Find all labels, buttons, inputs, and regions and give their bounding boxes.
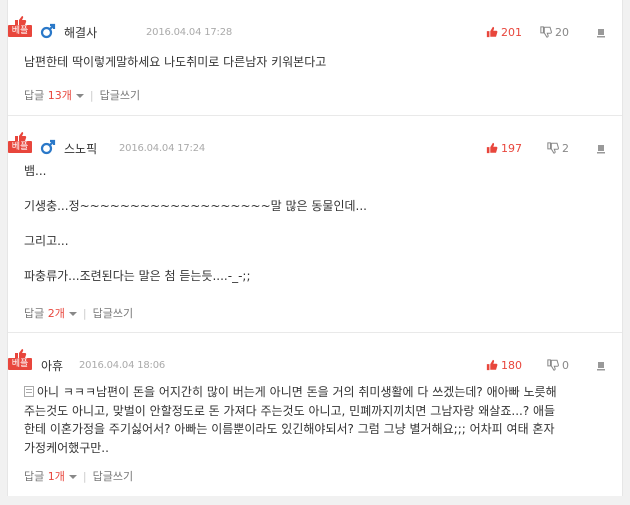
report-button[interactable] — [596, 142, 606, 155]
thumbs-down-icon — [546, 142, 559, 154]
comment-line: 파충류가...조련된다는 말은 첨 듣는듯....-_-;; — [24, 269, 251, 283]
comment-line: 주는것도 아니고, 맞벌이 안할정도로 돈 가져다 주는것도 아니고, 민폐까지… — [24, 403, 556, 418]
report-icon — [597, 29, 605, 38]
comment-date: 2016.04.04 17:28 — [146, 27, 233, 38]
comment-item: 베플 스노픽 2016.04.04 17:24 197 2 뱀... 기생충..… — [8, 116, 622, 333]
document-icon — [24, 386, 34, 397]
dislike-button[interactable]: 2 — [546, 142, 569, 155]
best-thumb-icon — [15, 349, 27, 358]
reply-count: 13개 — [47, 89, 72, 102]
best-label: 베플 — [8, 25, 32, 37]
comment-line: 그리고... — [24, 234, 69, 248]
write-reply-button[interactable]: 답글쓰기 — [93, 307, 133, 320]
report-button[interactable] — [596, 359, 606, 372]
comment-nickname[interactable]: 스노픽 — [64, 140, 97, 157]
best-thumb-icon — [15, 132, 27, 141]
comment-footer: 답글 1개 | 답글쓰기 — [24, 470, 134, 483]
best-comment-badge: 베플 — [8, 16, 32, 38]
best-comment-badge: 베플 — [8, 349, 32, 371]
reply-label: 답글 — [24, 307, 45, 320]
comment-item: 베플 아휴 2016.04.04 18:06 180 0 아니 ㅋㅋㅋ남편이 돈… — [8, 333, 622, 496]
report-button[interactable] — [596, 26, 606, 39]
thumbs-down-icon — [546, 359, 559, 371]
comment-date: 2016.04.04 17:24 — [119, 143, 206, 154]
comment-nickname[interactable]: 해결사 — [64, 24, 97, 41]
write-reply-button[interactable]: 답글쓰기 — [93, 470, 133, 483]
best-label: 베플 — [8, 141, 32, 153]
comment-line: 한테 이혼가정을 주기싫어서? 아빠는 이름뿐이라도 있긴해야되서? 그럼 그냥… — [24, 422, 555, 436]
comment-item: 베플 해결사 2016.04.04 17:28 201 20 남편한테 딱이렇게… — [8, 0, 622, 116]
write-reply-button[interactable]: 답글쓰기 — [100, 89, 140, 102]
comment-footer: 답글 13개 | 답글쓰기 — [24, 89, 141, 102]
reply-toggle[interactable]: 답글 2개 — [24, 307, 77, 320]
dislike-button[interactable]: 20 — [539, 26, 569, 39]
chevron-down-icon — [68, 312, 77, 316]
male-icon — [40, 139, 56, 155]
like-count: 180 — [501, 359, 522, 372]
comment-nickname[interactable]: 아휴 — [41, 357, 63, 374]
comment-line: 가정케어했구만.. — [24, 440, 109, 455]
report-icon — [597, 362, 605, 371]
report-icon — [597, 145, 605, 154]
thumbs-up-icon — [486, 142, 497, 154]
comment-line: 아니 ㅋㅋㅋ남편이 돈을 어지간히 많이 버는게 아니면 돈을 거의 취미생활에… — [24, 383, 557, 402]
thumbs-down-icon — [539, 26, 552, 38]
thumbs-up-icon — [486, 26, 497, 38]
comment-line: 기생충...정~~~~~~~~~~~~~~~~~~~말 많은 동물인데... — [24, 199, 367, 213]
best-thumb-icon — [15, 16, 27, 25]
like-button[interactable]: 180 — [486, 359, 522, 372]
reply-label: 답글 — [24, 89, 45, 102]
like-button[interactable]: 201 — [486, 26, 522, 39]
reply-count: 2개 — [47, 307, 65, 320]
dislike-count: 20 — [555, 26, 569, 39]
comment-list: 베플 해결사 2016.04.04 17:28 201 20 남편한테 딱이렇게… — [7, 0, 623, 496]
chevron-down-icon — [68, 475, 77, 479]
like-button[interactable]: 197 — [486, 142, 522, 155]
reply-toggle[interactable]: 답글 1개 — [24, 470, 77, 483]
dislike-count: 0 — [562, 359, 569, 372]
dislike-count: 2 — [562, 142, 569, 155]
reply-count: 1개 — [47, 470, 65, 483]
male-icon — [40, 23, 56, 39]
comment-footer: 답글 2개 | 답글쓰기 — [24, 307, 134, 320]
like-count: 201 — [501, 26, 522, 39]
comment-text: 뱀... 기생충...정~~~~~~~~~~~~~~~~~~~말 많은 동물인데… — [24, 164, 367, 284]
comment-date: 2016.04.04 18:06 — [79, 360, 166, 371]
comment-text: 남편한테 딱이렇게말하세요 나도취미로 다른남자 키워본다고 — [24, 55, 326, 70]
thumbs-up-icon — [486, 359, 497, 371]
dislike-button[interactable]: 0 — [546, 359, 569, 372]
best-label: 베플 — [8, 358, 32, 370]
like-count: 197 — [501, 142, 522, 155]
reply-label: 답글 — [24, 470, 45, 483]
chevron-down-icon — [75, 94, 84, 98]
best-comment-badge: 베플 — [8, 132, 32, 154]
comment-line: 뱀... — [24, 164, 47, 178]
comment-text: 아니 ㅋㅋㅋ남편이 돈을 어지간히 많이 버는게 아니면 돈을 거의 취미생활에… — [24, 383, 557, 457]
reply-toggle[interactable]: 답글 13개 — [24, 89, 84, 102]
comment-line: 남편한테 딱이렇게말하세요 나도취미로 다른남자 키워본다고 — [24, 55, 327, 69]
